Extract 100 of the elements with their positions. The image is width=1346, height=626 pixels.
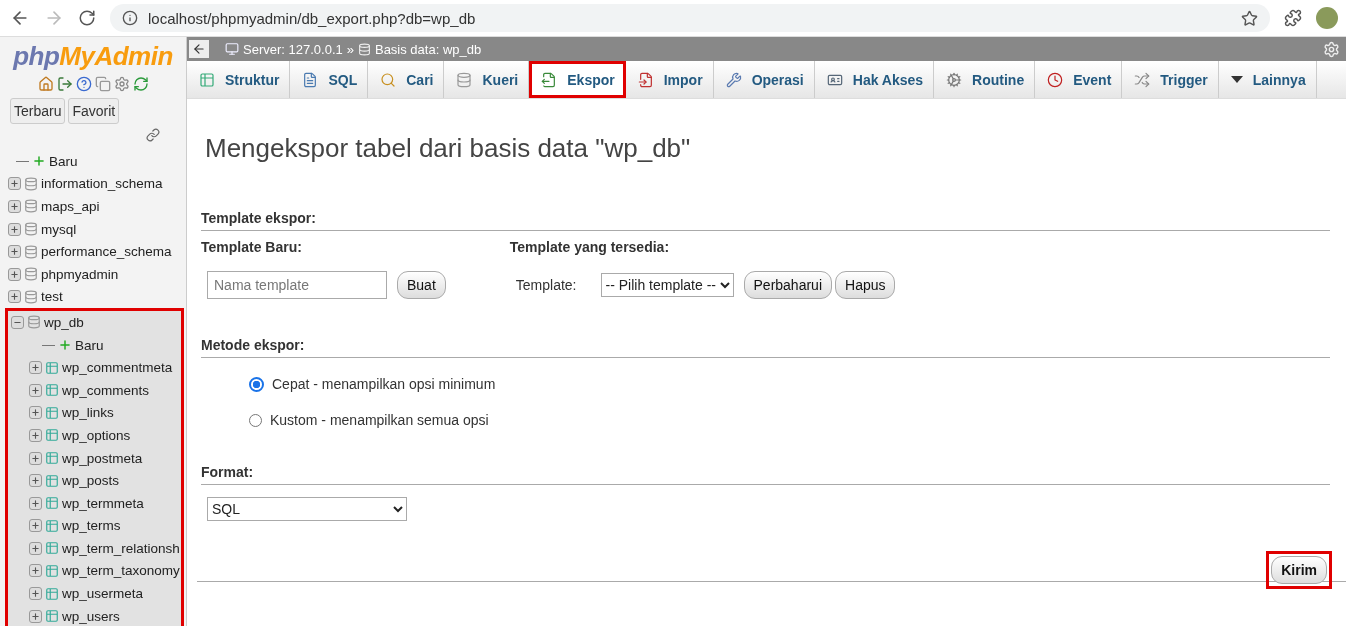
expander-icon[interactable] bbox=[8, 222, 21, 236]
tree-item[interactable]: wp_links bbox=[62, 405, 114, 421]
expander-icon[interactable] bbox=[8, 245, 21, 259]
delete-button[interactable]: Hapus bbox=[835, 271, 896, 299]
expander-icon[interactable] bbox=[8, 177, 21, 191]
star-icon[interactable] bbox=[1241, 9, 1258, 27]
table-icon bbox=[45, 383, 59, 398]
tree-item[interactable]: performance_schema bbox=[41, 244, 172, 260]
expander-icon[interactable] bbox=[8, 290, 21, 304]
tree-item[interactable]: wp_options bbox=[62, 427, 131, 443]
link-icon[interactable] bbox=[146, 128, 160, 142]
expander-icon[interactable] bbox=[8, 200, 21, 213]
tree-item[interactable]: test bbox=[41, 289, 63, 305]
logo[interactable]: phpMyAdmin bbox=[0, 41, 186, 72]
tree-item[interactable]: wp_term_taxonomy bbox=[62, 563, 180, 579]
tree-item[interactable]: wp_commentmeta bbox=[62, 360, 173, 376]
tree-item[interactable]: Baru bbox=[49, 153, 78, 169]
table-icon bbox=[45, 360, 59, 375]
database-icon bbox=[24, 289, 38, 304]
expander-icon[interactable] bbox=[29, 609, 42, 623]
tab[interactable]: Struktur bbox=[187, 61, 291, 98]
expander-icon[interactable] bbox=[11, 315, 24, 329]
reload-icon[interactable] bbox=[78, 9, 96, 27]
tree-item[interactable]: wp_posts bbox=[62, 473, 120, 489]
tab[interactable]: Cari bbox=[368, 61, 445, 98]
tree-item[interactable]: phpmyadmin bbox=[41, 266, 119, 282]
tab[interactable]: Lainnya bbox=[1218, 61, 1317, 98]
table-icon bbox=[45, 541, 59, 556]
expander-icon[interactable] bbox=[29, 428, 42, 442]
expander-icon[interactable] bbox=[29, 564, 42, 578]
reload-icon[interactable] bbox=[132, 76, 149, 92]
table-icon bbox=[45, 518, 59, 533]
tree-item[interactable]: wp_term_relationsh bbox=[62, 540, 180, 556]
section-title: Metode ekspor: bbox=[201, 337, 1330, 358]
info-icon bbox=[122, 10, 138, 26]
tab[interactable]: Hak Akses bbox=[814, 61, 935, 98]
breadcrumb-separator: » bbox=[346, 41, 354, 57]
arrow-left-icon bbox=[192, 42, 206, 56]
help-icon[interactable] bbox=[75, 76, 92, 92]
tree-item[interactable]: wp_termmeta bbox=[62, 495, 144, 511]
tree-item[interactable]: information_schema bbox=[41, 176, 163, 192]
database-icon bbox=[357, 42, 371, 56]
database-icon bbox=[24, 244, 38, 259]
document-icon[interactable] bbox=[94, 76, 111, 92]
tree-item[interactable]: wp_users bbox=[62, 608, 120, 624]
url-text: localhost/phpmyadmin/db_export.php?db=wp_db bbox=[148, 9, 476, 27]
tab[interactable]: Routine bbox=[934, 61, 1036, 98]
radio-button[interactable] bbox=[249, 413, 262, 427]
wrench-icon bbox=[725, 71, 742, 88]
tab[interactable]: Kueri bbox=[444, 61, 530, 98]
address-bar[interactable]: localhost/phpmyadmin/db_export.php?db=wp_db bbox=[110, 4, 1270, 32]
tab[interactable]: Event bbox=[1035, 61, 1123, 98]
tree-item[interactable]: maps_api bbox=[41, 199, 100, 214]
format-select[interactable]: SQL bbox=[207, 497, 407, 521]
field-label: Template: bbox=[515, 277, 577, 293]
home-icon[interactable] bbox=[37, 76, 54, 92]
radio-label[interactable]: Kustom - menampilkan semua opsi bbox=[270, 412, 489, 428]
expander-icon[interactable] bbox=[29, 451, 42, 465]
create-button[interactable]: Buat bbox=[397, 271, 446, 299]
exit-icon[interactable] bbox=[56, 76, 73, 92]
tree-item[interactable]: mysql bbox=[41, 221, 77, 237]
tree-item[interactable]: wp_postmeta bbox=[62, 450, 143, 466]
tree-item[interactable]: wp_terms bbox=[62, 518, 121, 534]
expander-icon[interactable] bbox=[29, 383, 42, 397]
tab[interactable]: Impor bbox=[625, 61, 714, 98]
expander-icon[interactable] bbox=[29, 519, 42, 533]
radio-button[interactable] bbox=[249, 376, 264, 392]
radio-label[interactable]: Cepat - menampilkan opsi minimum bbox=[272, 376, 496, 392]
tree-item[interactable]: wp_usermeta bbox=[62, 586, 144, 602]
gears-icon bbox=[946, 71, 963, 88]
template-select[interactable]: -- Pilih template -- bbox=[600, 273, 734, 297]
update-button[interactable]: Perbaharui bbox=[743, 271, 832, 299]
avatar[interactable] bbox=[1316, 7, 1338, 29]
expander-icon[interactable] bbox=[29, 496, 42, 510]
tab[interactable]: Ekspor bbox=[529, 61, 626, 98]
tab[interactable]: SQL bbox=[290, 61, 369, 98]
submit-button[interactable]: Kirim bbox=[1271, 556, 1327, 584]
tree-item[interactable]: Baru bbox=[75, 337, 104, 353]
expander-icon[interactable] bbox=[29, 406, 42, 420]
collapse-button[interactable] bbox=[189, 40, 209, 58]
expander-icon[interactable] bbox=[29, 474, 42, 488]
clock-icon bbox=[1047, 71, 1064, 88]
tree-item[interactable]: wp_comments bbox=[62, 382, 150, 398]
breadcrumb-link[interactable]: Basis data: wp_db bbox=[374, 41, 482, 57]
template-name-field[interactable]: Nama template bbox=[207, 271, 387, 299]
breadcrumb-link[interactable]: Server: 127.0.0.1 bbox=[243, 41, 343, 57]
expander-icon[interactable] bbox=[29, 541, 42, 555]
puzzle-icon[interactable] bbox=[1284, 9, 1302, 27]
sidebar-button[interactable]: Favorit bbox=[68, 98, 120, 124]
sidebar-button[interactable]: Terbaru bbox=[10, 98, 66, 124]
tab[interactable]: Trigger bbox=[1122, 61, 1219, 98]
tree-item[interactable]: wp_db bbox=[44, 314, 84, 330]
expander-icon[interactable] bbox=[8, 267, 21, 281]
table-icon bbox=[199, 71, 215, 88]
database-icon bbox=[27, 315, 41, 330]
tab[interactable]: Operasi bbox=[713, 61, 815, 98]
server-icon bbox=[225, 42, 239, 56]
settings-icon[interactable] bbox=[113, 76, 130, 92]
expander-icon[interactable] bbox=[29, 587, 42, 601]
expander-icon[interactable] bbox=[29, 361, 42, 375]
